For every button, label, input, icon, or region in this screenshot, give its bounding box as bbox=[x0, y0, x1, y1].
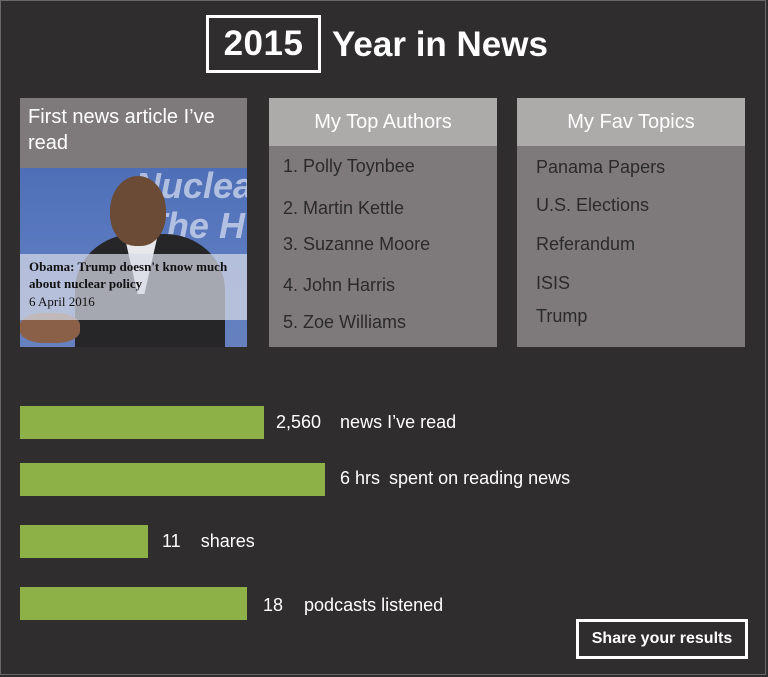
shares-bar bbox=[20, 525, 148, 558]
author-item[interactable]: 5. Zoe Williams bbox=[283, 312, 406, 333]
top-authors-card: My Top Authors 1. Polly Toynbee 2. Marti… bbox=[269, 98, 497, 347]
topic-item[interactable]: Referandum bbox=[536, 234, 635, 255]
reading-time-bar bbox=[20, 463, 325, 496]
fav-topics-card: My Fav Topics Panama Papers U.S. Electio… bbox=[517, 98, 745, 347]
first-article-card-title: First news article I’ve read bbox=[28, 106, 215, 154]
author-item[interactable]: 1. Polly Toynbee bbox=[283, 156, 415, 177]
reading-time-stat: 6 hrs spent on reading news bbox=[340, 462, 570, 495]
fav-topics-title: My Fav Topics bbox=[517, 98, 745, 146]
news-read-bar bbox=[20, 406, 264, 439]
podcasts-value: 18 bbox=[263, 595, 284, 615]
topic-item[interactable]: U.S. Elections bbox=[536, 195, 649, 216]
top-authors-title: My Top Authors bbox=[269, 98, 497, 146]
podcasts-bar bbox=[20, 587, 247, 620]
first-article-card[interactable]: First news article I’ve read Nuclea The … bbox=[20, 98, 247, 347]
reading-time-value: 6 hrs bbox=[340, 468, 381, 488]
topic-item[interactable]: ISIS bbox=[536, 273, 570, 294]
news-read-value: 2,560 bbox=[276, 412, 322, 432]
article-date: 6 April 2016 bbox=[29, 294, 95, 309]
shares-stat: 11 shares bbox=[162, 525, 255, 558]
photo-person-head bbox=[110, 176, 166, 246]
shares-value: 11 bbox=[162, 531, 181, 551]
reading-time-label: spent on reading news bbox=[389, 468, 571, 488]
author-item[interactable]: 2. Martin Kettle bbox=[283, 198, 404, 219]
podcasts-label: podcasts listened bbox=[304, 595, 444, 615]
topic-item[interactable]: Trump bbox=[536, 306, 587, 327]
page-title: Year in News bbox=[332, 25, 548, 64]
share-results-button[interactable]: Share your results bbox=[576, 619, 748, 659]
author-item[interactable]: 3. Suzanne Moore bbox=[283, 234, 430, 255]
topic-item[interactable]: Panama Papers bbox=[536, 157, 665, 178]
news-read-stat: 2,560 news I’ve read bbox=[276, 406, 456, 439]
article-headline[interactable]: Obama: Trump doesn't know much about nuc… bbox=[29, 258, 241, 292]
news-read-label: news I’ve read bbox=[340, 412, 457, 432]
year-badge: 2015 bbox=[206, 15, 321, 73]
author-item[interactable]: 4. John Harris bbox=[283, 275, 395, 296]
shares-label: shares bbox=[200, 531, 255, 551]
podcasts-stat: 18 podcasts listened bbox=[263, 589, 443, 622]
article-photo[interactable]: Nuclea The H Obama: Trump doesn't know m… bbox=[20, 168, 247, 347]
